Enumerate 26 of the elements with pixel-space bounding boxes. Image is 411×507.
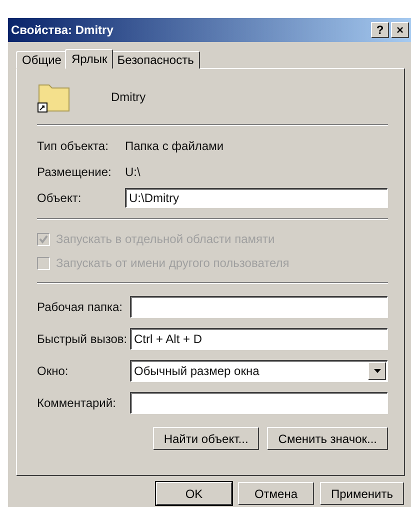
tab[interactable]: Ярлык	[65, 49, 114, 69]
help-button[interactable]: ?	[371, 22, 389, 38]
action-button[interactable]: Найти объект...	[152, 427, 260, 450]
field-label: Комментарий:	[37, 396, 117, 410]
field-label: Рабочая папка:	[37, 300, 124, 314]
dialog-button[interactable]: OK	[156, 482, 232, 505]
window-title: Свойства: Dmitry	[11, 23, 114, 37]
action-button[interactable]: Сменить значок...	[267, 427, 388, 450]
dropdown[interactable]: Обычный размер окна	[130, 360, 388, 382]
dialog-button[interactable]: Отмена	[238, 482, 314, 505]
input-field[interactable]	[130, 296, 388, 318]
field-label: Объект:	[37, 191, 82, 205]
tab[interactable]: Безопасность	[111, 51, 200, 69]
input-field[interactable]	[130, 392, 388, 414]
shortcut-name: Dmitry	[111, 90, 146, 104]
field-value: U:\	[125, 165, 140, 179]
tab[interactable]: Общие	[16, 51, 68, 69]
field-value: Папка с файлами	[125, 139, 224, 153]
close-button[interactable]: ×	[391, 22, 409, 38]
input-field[interactable]: Ctrl + Alt + D	[130, 328, 388, 350]
field-label: Размещение:	[37, 165, 112, 179]
dialog-button[interactable]: Применить	[320, 482, 404, 505]
input-field[interactable]: U:\Dmitry	[125, 188, 388, 208]
field-label: Окно:	[37, 364, 70, 378]
field-label: Тип объекта:	[37, 139, 110, 153]
field-label: Быстрый вызов:	[37, 332, 128, 346]
